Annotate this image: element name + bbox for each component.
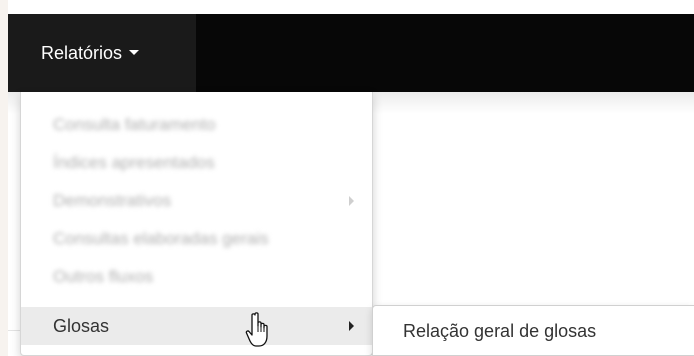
submenu-item-relacao-geral-de-glosas[interactable]: Relação geral de glosas [373,314,694,348]
caret-right-icon [349,321,354,331]
menu-item-label: Consulta faturamento [53,115,216,134]
menu-item-glosas[interactable]: Glosas [21,307,372,345]
top-margin [8,0,694,14]
menu-item-label: Índices apresentados [53,153,215,172]
nav-item-relatorios[interactable]: Relatórios [8,14,196,92]
nav-item-label: Relatórios [41,42,123,63]
caret-right-icon [349,196,354,206]
menu-item-1[interactable]: Consulta faturamento [21,106,372,144]
menu-item-2[interactable]: Índices apresentados [21,144,372,182]
menu-item-label: Consultas elaboradas gerais [53,229,269,248]
menu-item-4[interactable]: Consultas elaboradas gerais [21,220,372,258]
menu-item-3[interactable]: Demonstrativos [21,182,372,220]
menu-item-5[interactable]: Outros fluxos [21,258,372,296]
menu-item-label: Glosas [53,315,110,336]
page: Relatórios Consulta faturamento Índices … [0,0,694,356]
submenu-item-label: Relação geral de glosas [403,320,597,341]
caret-down-icon [129,49,140,55]
glosas-submenu: Relação geral de glosas [372,305,694,356]
menu-item-label: Outros fluxos [53,267,154,286]
hand-pointer-icon [245,312,268,347]
left-edge-strip [0,0,8,356]
menu-item-label: Demonstrativos [53,191,172,210]
relatorios-dropdown-menu: Consulta faturamento Índices apresentado… [20,92,373,356]
